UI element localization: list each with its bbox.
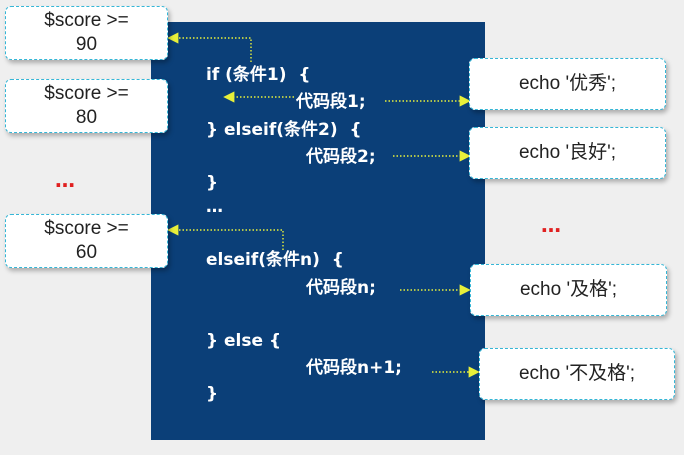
output-1-text: echo '优秀'; xyxy=(518,73,616,94)
output-4-text: echo '不及格'; xyxy=(518,363,635,384)
condition-3-line1: $score >= xyxy=(44,218,129,239)
output-3-text: echo '及格'; xyxy=(519,279,617,300)
condition-box-2: $score >= 80 xyxy=(5,79,168,133)
output-2-text: echo '良好'; xyxy=(518,142,616,163)
output-box-4: echo '不及格'; xyxy=(479,348,675,400)
condition-box-3: $score >= 60 xyxy=(5,214,168,268)
output-box-1: echo '优秀'; xyxy=(469,58,666,110)
condition-3-line2: 60 xyxy=(75,242,98,263)
connector-condition-n xyxy=(167,224,284,250)
condition-1-line1: $score >= xyxy=(44,10,129,31)
condition-box-1: $score >= 90 xyxy=(5,6,168,60)
connector-condition-1 xyxy=(167,32,252,62)
condition-2-line1: $score >= xyxy=(44,83,129,104)
right-ellipsis: … xyxy=(541,213,562,237)
output-box-3: echo '及格'; xyxy=(470,264,667,316)
output-box-2: echo '良好'; xyxy=(469,127,666,179)
left-ellipsis: … xyxy=(55,168,76,192)
condition-1-line2: 90 xyxy=(75,34,98,55)
condition-2-line2: 80 xyxy=(75,107,98,128)
